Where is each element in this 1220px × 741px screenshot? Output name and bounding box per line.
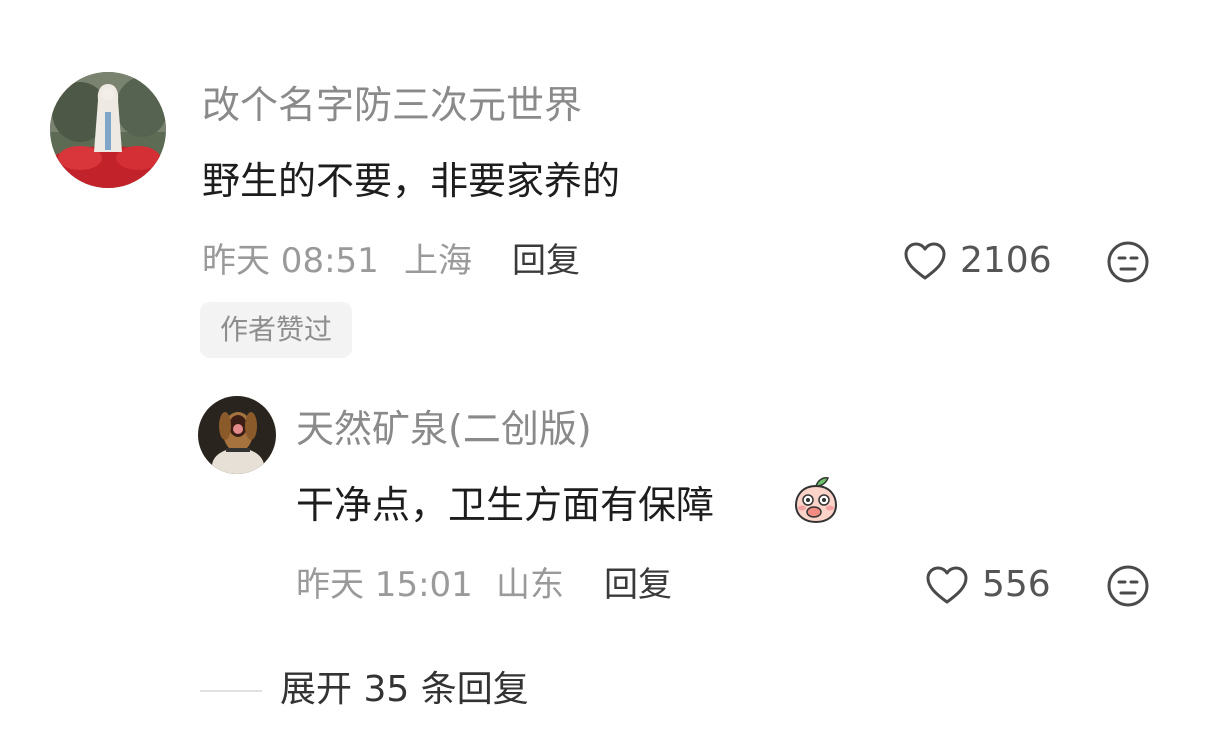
username[interactable]: 天然矿泉(二创版) xyxy=(296,410,592,448)
comment-location: 上海 xyxy=(404,241,472,281)
heart-icon[interactable] xyxy=(902,240,948,282)
reply-item: 天然矿泉(二创版) 干净点，卫生方面有保障 昨天 15:01 山东 回复 556 xyxy=(0,390,1220,630)
comment-text: 野生的不要，非要家养的 xyxy=(202,159,621,203)
heart-icon[interactable] xyxy=(924,564,970,606)
reply-location: 山东 xyxy=(496,565,564,605)
comment-item: 改个名字防三次元世界 野生的不要，非要家养的 昨天 08:51 上海 回复 21… xyxy=(0,0,1220,380)
expand-divider xyxy=(200,690,262,692)
avatar[interactable] xyxy=(198,396,276,474)
peach-face-emoji xyxy=(792,474,840,524)
like-count: 556 xyxy=(982,564,1051,605)
neutral-face-icon[interactable] xyxy=(1106,240,1150,284)
username[interactable]: 改个名字防三次元世界 xyxy=(202,86,582,124)
author-liked-badge: 作者赞过 xyxy=(200,302,353,358)
reply-button[interactable]: 回复 xyxy=(604,568,672,602)
comment-time: 昨天 08:51 xyxy=(202,241,379,281)
reply-text: 干净点，卫生方面有保障 xyxy=(296,483,715,527)
expand-replies-button[interactable]: 展开 35 条回复 xyxy=(280,672,529,708)
reply-time: 昨天 15:01 xyxy=(296,565,473,605)
neutral-face-icon[interactable] xyxy=(1106,564,1150,608)
avatar[interactable] xyxy=(50,72,166,188)
like-count: 2106 xyxy=(960,240,1052,281)
reply-button[interactable]: 回复 xyxy=(512,244,580,278)
